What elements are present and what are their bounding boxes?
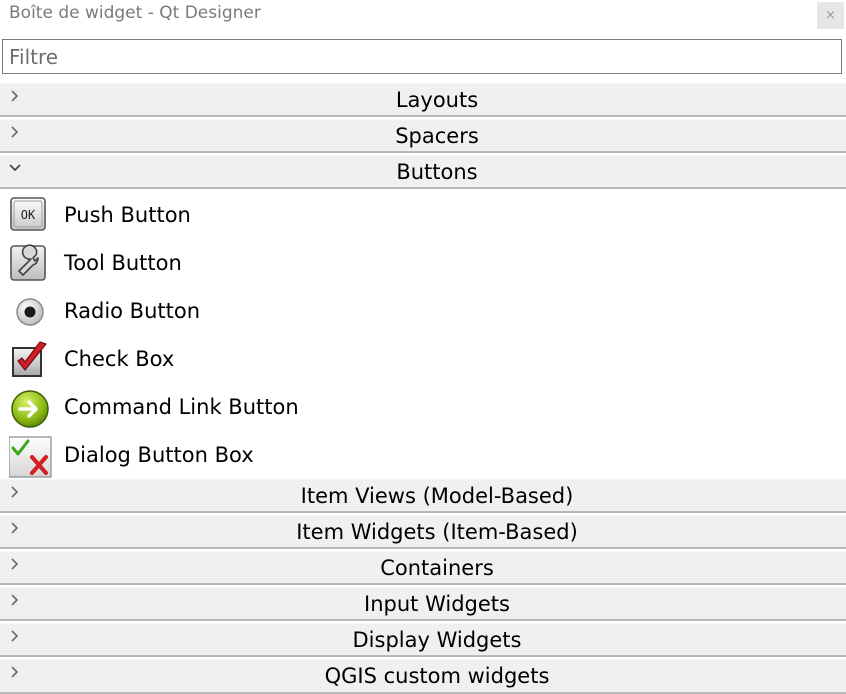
widget-item-tool-button[interactable]: Tool Button (0, 240, 846, 288)
close-button[interactable]: × (817, 2, 844, 29)
category-label: QGIS custom widgets (324, 664, 550, 688)
category-label: Item Widgets (Item-Based) (296, 520, 578, 544)
category-label: Display Widgets (352, 628, 522, 652)
category-display-widgets[interactable]: Display Widgets (0, 623, 846, 657)
category-spacers[interactable]: Spacers (0, 119, 846, 153)
widget-label: Tool Button (64, 251, 182, 275)
filter-input[interactable] (3, 40, 841, 73)
category-qgis-custom-widgets[interactable]: QGIS custom widgets (0, 659, 846, 694)
widget-item-dialog-button-box[interactable]: Dialog Button Box (0, 432, 846, 480)
category-containers[interactable]: Containers (0, 551, 846, 585)
category-input-widgets[interactable]: Input Widgets (0, 587, 846, 621)
widget-label: Command Link Button (64, 395, 299, 419)
widget-item-check-box[interactable]: Check Box (0, 336, 846, 384)
category-label: Input Widgets (364, 592, 510, 616)
category-item-widgets[interactable]: Item Widgets (Item-Based) (0, 515, 846, 549)
category-label: Item Views (Model-Based) (300, 484, 574, 508)
close-icon: × (825, 8, 836, 23)
push-button-icon: OK (9, 195, 51, 237)
category-label: Buttons (396, 160, 478, 184)
window-title: Boîte de widget - Qt Designer (9, 3, 261, 23)
category-buttons[interactable]: Buttons (0, 155, 846, 189)
radio-button-icon (9, 291, 51, 333)
svg-text:OK: OK (21, 208, 36, 222)
title-bar: Boîte de widget - Qt Designer × (0, 0, 846, 34)
widget-item-command-link-button[interactable]: Command Link Button (0, 384, 846, 432)
widget-item-push-button[interactable]: OK Push Button (0, 192, 846, 240)
widget-item-radio-button[interactable]: Radio Button (0, 288, 846, 336)
check-box-icon (9, 339, 51, 381)
category-label: Spacers (395, 124, 479, 148)
widget-label: Dialog Button Box (64, 443, 254, 467)
widget-label: Push Button (64, 203, 191, 227)
category-label: Layouts (395, 88, 479, 112)
tool-button-icon (9, 243, 51, 285)
dialog-button-box-icon (8, 435, 52, 478)
category-layouts[interactable]: Layouts (0, 83, 846, 117)
filter-field[interactable] (2, 39, 842, 74)
widget-label: Radio Button (64, 299, 201, 323)
category-item-views[interactable]: Item Views (Model-Based) (0, 479, 846, 513)
category-label: Containers (380, 556, 494, 580)
command-link-icon (9, 387, 51, 429)
widget-label: Check Box (64, 347, 175, 371)
